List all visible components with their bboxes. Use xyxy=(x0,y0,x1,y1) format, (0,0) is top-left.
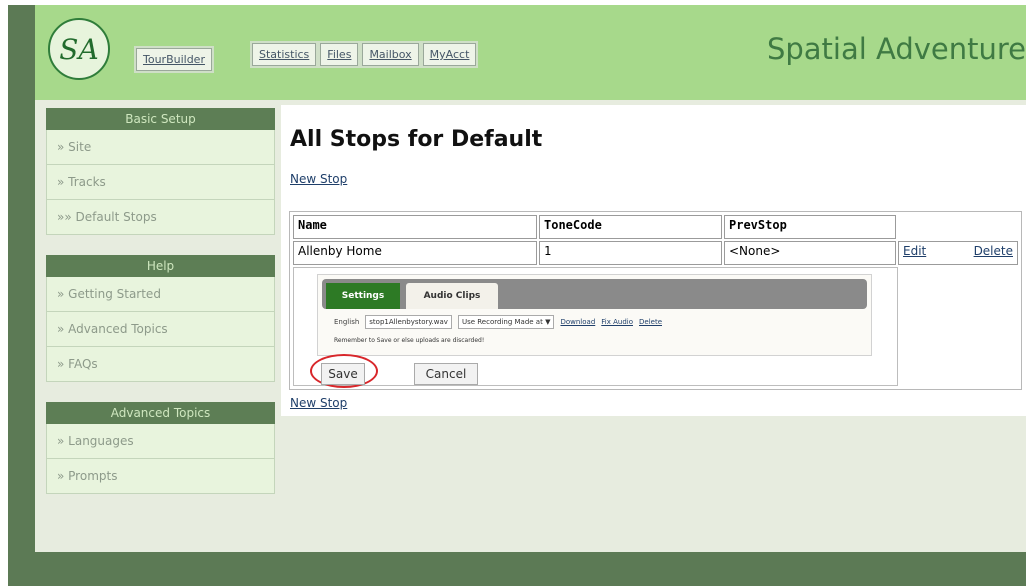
app-inner: SA TourBuilder Statistics Files Mailbox … xyxy=(35,5,1026,552)
table-cell-tonecode: 1 xyxy=(539,241,722,265)
tab-settings[interactable]: Settings xyxy=(326,283,400,309)
sidebar: Basic Setup » Site » Tracks »» Default S… xyxy=(46,108,275,494)
sidebar-item-languages[interactable]: » Languages xyxy=(46,424,275,459)
delete-audio-link[interactable]: Delete xyxy=(639,318,662,326)
stop-editor-panel: Settings Audio Clips English stop1Allenb… xyxy=(293,267,898,388)
sidebar-section-advanced-topics: Advanced Topics xyxy=(46,402,275,424)
sidebar-item-default-stops[interactable]: »» Default Stops xyxy=(46,200,275,235)
sidebar-section-help: Help xyxy=(46,255,275,277)
column-header-name: Name xyxy=(293,215,537,239)
nav-secondary: Statistics Files Mailbox MyAcct xyxy=(252,43,477,66)
table-cell-name: Allenby Home xyxy=(293,241,537,265)
sidebar-item-tracks[interactable]: » Tracks xyxy=(46,165,275,200)
audio-clip-row: English stop1Allenbystory.wav Use Record… xyxy=(334,315,662,329)
delete-link[interactable]: Delete xyxy=(974,244,1013,262)
nav-myacct[interactable]: MyAcct xyxy=(422,43,477,66)
recording-select-value: Use Recording Made at xyxy=(461,318,543,326)
nav-mailbox[interactable]: Mailbox xyxy=(362,43,419,66)
fix-audio-link[interactable]: Fix Audio xyxy=(601,318,633,326)
nav-primary: TourBuilder xyxy=(136,48,212,71)
main-content: All Stops for Default New Stop Name Tone… xyxy=(281,105,1026,416)
header: SA TourBuilder Statistics Files Mailbox … xyxy=(35,5,1026,100)
recording-select[interactable]: Use Recording Made at ▼ xyxy=(457,315,555,329)
column-header-prevstop: PrevStop xyxy=(724,215,896,239)
nav-files[interactable]: Files xyxy=(320,43,359,66)
save-button[interactable]: Save xyxy=(321,363,365,385)
table-cell-actions: Edit Delete xyxy=(898,241,1018,265)
page-title: All Stops for Default xyxy=(290,127,543,152)
cancel-button[interactable]: Cancel xyxy=(414,363,478,385)
sidebar-item-prompts[interactable]: » Prompts xyxy=(46,459,275,494)
download-link[interactable]: Download xyxy=(560,318,595,326)
editor-inner-panel: Settings Audio Clips English stop1Allenb… xyxy=(317,274,872,356)
new-stop-link[interactable]: New Stop xyxy=(290,172,347,186)
brand-title: Spatial Adventure xyxy=(766,32,1026,66)
table-cell-prevstop: <None> xyxy=(724,241,896,265)
logo: SA xyxy=(48,18,110,80)
chevron-down-icon: ▼ xyxy=(545,318,551,326)
nav-statistics[interactable]: Statistics xyxy=(252,43,317,66)
edit-link[interactable]: Edit xyxy=(903,244,926,262)
column-header-tonecode: ToneCode xyxy=(539,215,722,239)
sidebar-item-faqs[interactable]: » FAQs xyxy=(46,347,275,382)
tab-audio-clips[interactable]: Audio Clips xyxy=(406,283,498,309)
language-label: English xyxy=(334,318,360,326)
save-reminder: Remember to Save or else uploads are dis… xyxy=(334,337,485,344)
app-frame: SA TourBuilder Statistics Files Mailbox … xyxy=(8,5,1026,586)
sidebar-item-getting-started[interactable]: » Getting Started xyxy=(46,277,275,312)
sidebar-section-basic-setup: Basic Setup xyxy=(46,108,275,130)
new-stop-link-bottom[interactable]: New Stop xyxy=(290,396,347,410)
audio-file-input[interactable]: stop1Allenbystory.wav xyxy=(365,315,452,329)
editor-tabbar: Settings Audio Clips xyxy=(322,279,867,309)
sidebar-item-site[interactable]: » Site xyxy=(46,130,275,165)
sidebar-item-advanced-topics[interactable]: » Advanced Topics xyxy=(46,312,275,347)
logo-text: SA xyxy=(59,32,99,66)
nav-tourbuilder[interactable]: TourBuilder xyxy=(136,48,212,71)
stops-table: Name ToneCode PrevStop Allenby Home 1 <N… xyxy=(289,211,1022,390)
